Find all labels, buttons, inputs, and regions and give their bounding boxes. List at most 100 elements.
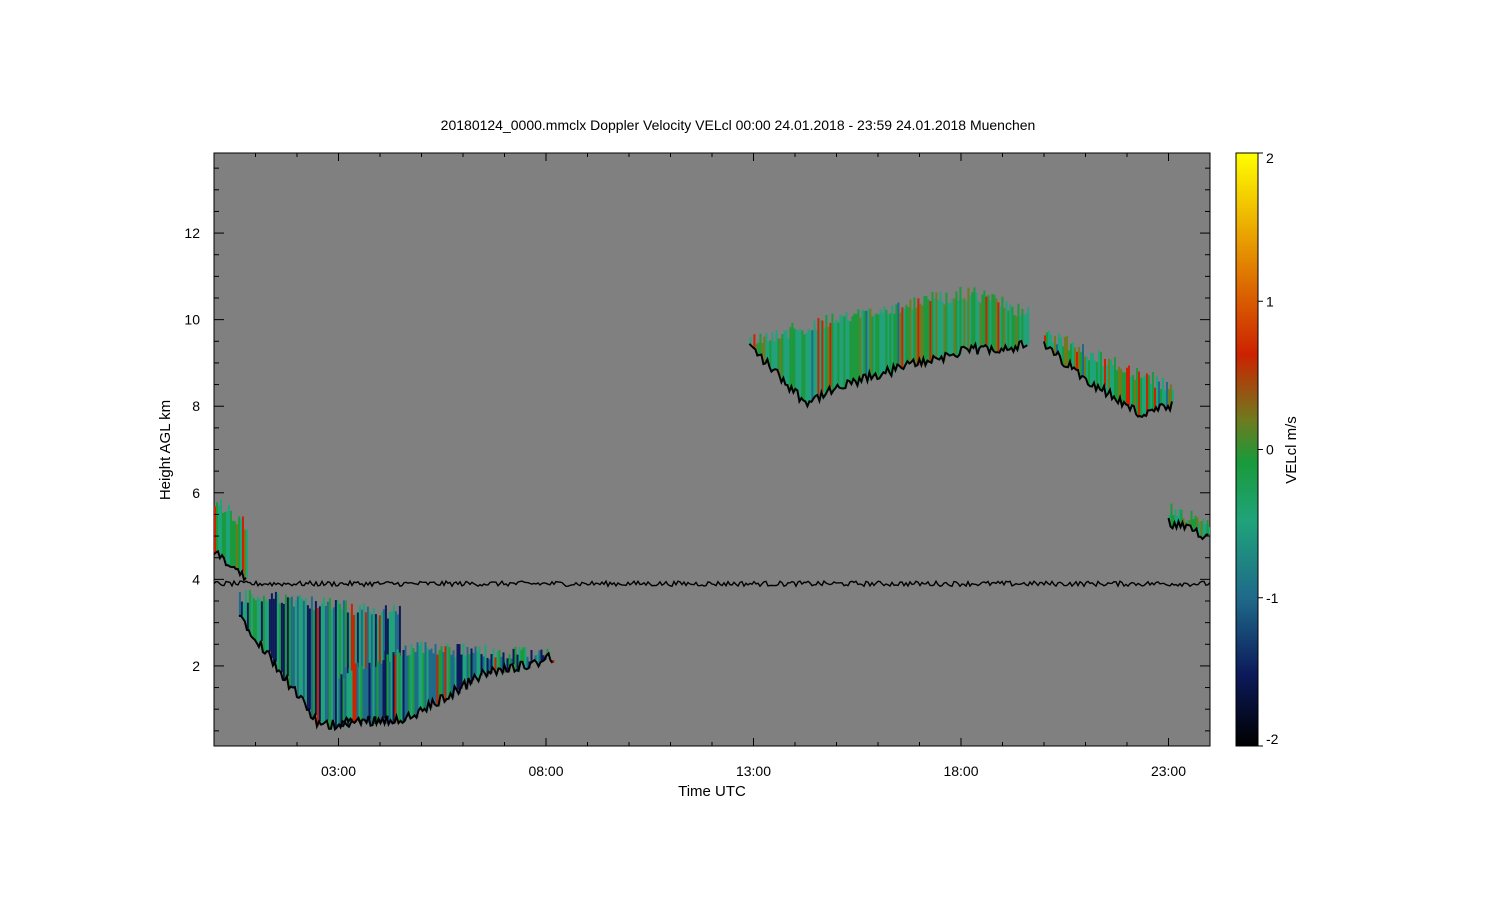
echo-column: [420, 641, 423, 708]
chart-title: 20180124_0000.mmclx Doppler Velocity VEL…: [441, 117, 1036, 133]
echo-column: [436, 654, 439, 706]
echo-column: [288, 597, 291, 689]
echo-column: [933, 298, 936, 356]
echo-column: [1050, 334, 1052, 348]
echo-column: [1074, 347, 1076, 368]
echo-column: [442, 652, 445, 696]
echo-column: [875, 313, 878, 374]
echo-column: [1138, 371, 1140, 417]
echo-column: [334, 600, 337, 730]
echo-column: [1076, 351, 1078, 370]
echo-column: [396, 649, 399, 717]
echo-column: [316, 608, 319, 727]
echo-column: [845, 312, 848, 388]
echo-column: [869, 308, 872, 373]
echo-column: [965, 300, 968, 348]
echo-column: [1009, 304, 1012, 350]
echo-column: [252, 598, 255, 639]
echo-column: [827, 326, 830, 391]
echo-column: [809, 330, 812, 402]
echo-column: [1066, 335, 1068, 367]
x-tick-label: 13:00: [736, 763, 771, 779]
echo-column: [775, 330, 778, 370]
echo-column: [861, 309, 864, 382]
echo-column: [779, 338, 782, 376]
echo-column: [937, 300, 940, 359]
echo-column: [1132, 375, 1134, 406]
echo-column: [522, 647, 525, 662]
echo-column: [793, 328, 796, 393]
echo-column: [1116, 370, 1118, 401]
echo-column: [440, 646, 443, 696]
echo-column: [418, 644, 421, 711]
echo-column: [819, 320, 822, 401]
y-tick-label: 2: [192, 658, 200, 674]
echo-column: [1206, 520, 1209, 535]
echo-column: [310, 596, 313, 718]
echo-column: [268, 599, 271, 652]
echo-column: [987, 295, 990, 348]
echo-column: [1078, 346, 1080, 370]
echo-column: [290, 596, 293, 687]
echo-column: [246, 602, 249, 631]
echo-column: [753, 334, 756, 348]
echo-column: [394, 654, 397, 723]
echo-column: [304, 598, 307, 704]
echo-column: [1172, 389, 1174, 402]
echo-column: [244, 590, 247, 622]
echo-column: [927, 299, 930, 361]
echo-column: [476, 651, 479, 679]
colorbar-label: VELcl m/s: [1283, 416, 1300, 484]
echo-column: [298, 595, 301, 698]
echo-column: [885, 309, 888, 374]
echo-column: [294, 600, 297, 687]
echo-column: [330, 609, 333, 729]
echo-column: [224, 512, 226, 559]
echo-column: [1090, 352, 1092, 387]
echo-column: [915, 307, 918, 367]
colorbar-tick-label: 1: [1266, 293, 1274, 309]
echo-column: [1060, 337, 1062, 357]
echo-column: [424, 642, 427, 709]
echo-column: [1162, 377, 1164, 405]
echo-column: [855, 313, 858, 382]
echo-column: [346, 673, 349, 718]
echo-column: [454, 657, 457, 687]
echo-column: [1001, 296, 1004, 349]
echo-column: [963, 298, 966, 347]
echo-column: [1025, 313, 1028, 347]
echo-column: [242, 516, 244, 572]
echo-column: [258, 599, 261, 647]
echo-column: [1128, 365, 1130, 406]
echo-column: [414, 652, 417, 716]
echo-column: [815, 330, 818, 396]
echo-column: [1134, 379, 1136, 407]
echo-column: [536, 654, 539, 663]
echo-column: [789, 327, 792, 392]
echo-column: [450, 654, 453, 694]
echo-column: [1106, 365, 1108, 397]
echo-column: [851, 316, 854, 385]
echo-column: [306, 605, 309, 710]
echo-column: [913, 297, 916, 360]
echo-column: [889, 313, 892, 373]
echo-column: [448, 647, 451, 699]
echo-column: [877, 314, 880, 379]
echo-column: [1084, 356, 1086, 377]
echo-column: [771, 332, 774, 372]
echo-column: [512, 648, 515, 665]
echo-column: [384, 650, 387, 724]
echo-column: [1168, 389, 1170, 406]
echo-column: [971, 292, 974, 346]
echo-column: [823, 327, 826, 398]
echo-column: [520, 649, 523, 662]
echo-column: [863, 310, 866, 375]
echo-column: [484, 644, 487, 673]
echo-column: [342, 678, 345, 722]
echo-column: [1098, 350, 1100, 386]
colorbar-tick-label: 2: [1266, 150, 1274, 166]
echo-column: [909, 299, 912, 364]
echo-column: [1168, 514, 1171, 518]
echo-column: [997, 302, 1000, 353]
echo-column: [749, 337, 752, 344]
